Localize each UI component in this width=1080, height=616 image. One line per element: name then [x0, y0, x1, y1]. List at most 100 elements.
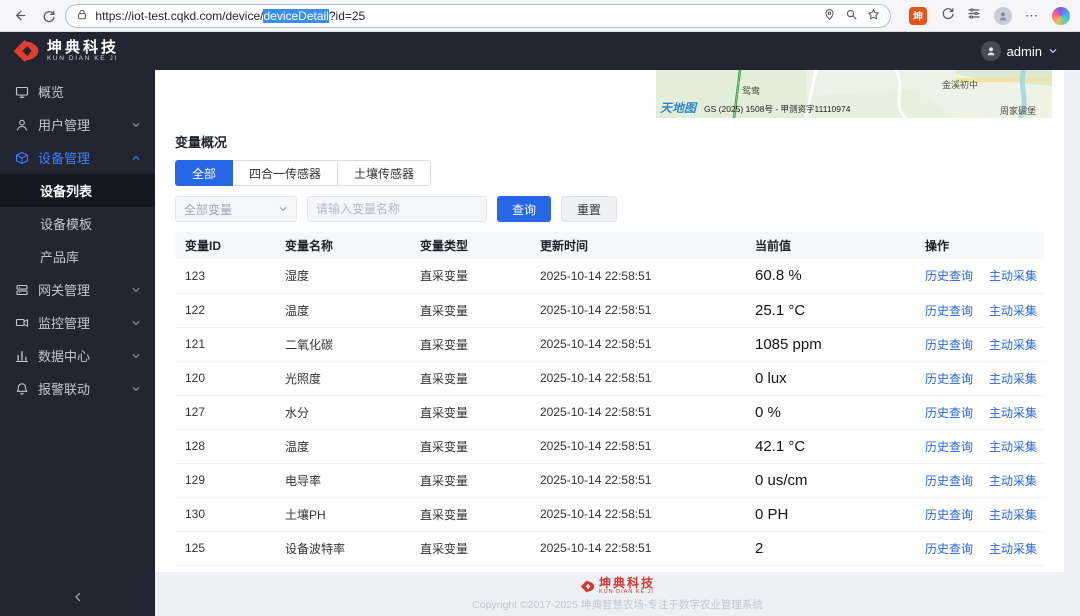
favorite-star-icon[interactable] — [867, 8, 880, 24]
cell-current-value: 1085 ppm — [745, 327, 915, 362]
browser-menu-icon[interactable]: ⋯ — [1025, 8, 1039, 24]
history-query-link[interactable]: 历史查询 — [925, 440, 973, 454]
cell-variable-id: 122 — [175, 293, 275, 328]
cell-variable-id: 121 — [175, 327, 275, 362]
cell-actions: 历史查询 主动采集 — [915, 531, 1044, 566]
map-attribution: GS (2025) 1508号 - 甲测资字11110974 — [704, 104, 851, 114]
cell-current-value: 60.8 % — [745, 259, 915, 294]
sidebar-item-alarm-linkage[interactable]: 报警联动 — [0, 372, 155, 405]
sidebar-item-device-template[interactable]: 设备模板 — [0, 207, 155, 240]
cell-current-value: 0 lux — [745, 361, 915, 396]
cell-actions: 历史查询 主动采集 — [915, 259, 1044, 294]
cell-variable-name: 水分 — [275, 395, 410, 430]
history-query-link[interactable]: 历史查询 — [925, 406, 973, 420]
location-icon[interactable] — [823, 8, 836, 24]
cell-variable-type: 直采变量 — [410, 463, 530, 498]
screen: https://iot-test.cqkd.com/device/deviceD… — [0, 0, 1080, 616]
history-query-link[interactable]: 历史查询 — [925, 304, 973, 318]
url-text: https://iot-test.cqkd.com/device/deviceD… — [95, 8, 366, 23]
active-collect-link[interactable]: 主动采集 — [989, 440, 1037, 454]
history-query-link[interactable]: 历史查询 — [925, 474, 973, 488]
cell-update-time: 2025-10-14 22:58:51 — [530, 259, 745, 294]
active-collect-link[interactable]: 主动采集 — [989, 508, 1037, 522]
sidebar-item-gateway-mgmt[interactable]: 网关管理 — [0, 273, 155, 306]
variable-name-input[interactable] — [307, 196, 487, 222]
chevron-down-icon — [132, 320, 140, 325]
sidebar-item-data-center[interactable]: 数据中心 — [0, 339, 155, 372]
cell-variable-name: 湿度 — [275, 259, 410, 294]
sidebar-item-product-lib[interactable]: 产品库 — [0, 240, 155, 273]
address-bar-actions — [823, 8, 880, 24]
app-topbar: 坤典科技 KUN DIAN KE JI admin — [0, 32, 1080, 70]
brand-name-en: KUN DIAN KE JI — [47, 54, 118, 62]
history-query-link[interactable]: 历史查询 — [925, 372, 973, 386]
history-query-link[interactable]: 历史查询 — [925, 269, 973, 283]
user-menu[interactable]: admin — [980, 41, 1080, 61]
sidebar-item-user-mgmt[interactable]: 用户管理 — [0, 108, 155, 141]
history-query-link[interactable]: 历史查询 — [925, 508, 973, 522]
collections-icon[interactable] — [967, 6, 981, 25]
cell-variable-name: 温度 — [275, 429, 410, 464]
active-collect-link[interactable]: 主动采集 — [989, 406, 1037, 420]
copilot-icon[interactable] — [1052, 6, 1071, 25]
active-collect-link[interactable]: 主动采集 — [989, 542, 1037, 556]
active-collect-link[interactable]: 主动采集 — [989, 338, 1037, 352]
address-bar[interactable]: https://iot-test.cqkd.com/device/deviceD… — [65, 3, 892, 28]
back-icon[interactable] — [10, 6, 30, 26]
variable-tab-0[interactable]: 全部 — [175, 160, 234, 186]
username: admin — [1006, 43, 1042, 59]
sidebar-item-monitor-mgmt[interactable]: 监控管理 — [0, 306, 155, 339]
brand-logo: 坤典科技 KUN DIAN KE JI — [0, 40, 155, 63]
history-query-link[interactable]: 历史查询 — [925, 542, 973, 556]
url-suffix: ?id=25 — [328, 8, 366, 23]
sidebar-collapse-button[interactable] — [0, 578, 155, 616]
active-collect-link[interactable]: 主动采集 — [989, 304, 1037, 318]
chevron-down-icon — [132, 386, 140, 391]
search-icon[interactable] — [845, 8, 858, 24]
variable-type-select[interactable]: 全部变量 — [175, 196, 297, 222]
variable-tab-1[interactable]: 四合一传感器 — [232, 160, 339, 186]
map-label: 金溪初中 — [942, 80, 979, 90]
cell-update-time: 2025-10-14 22:58:51 — [530, 497, 745, 532]
user-icon — [14, 118, 29, 132]
active-collect-link[interactable]: 主动采集 — [989, 474, 1037, 488]
cell-variable-type: 直采变量 — [410, 531, 530, 566]
chart-icon — [14, 349, 29, 363]
browser-profile-avatar[interactable] — [994, 6, 1013, 25]
cell-actions: 历史查询 主动采集 — [915, 463, 1044, 498]
reset-button[interactable]: 重置 — [561, 196, 618, 222]
kd-extension-icon[interactable]: 坤 — [909, 6, 928, 25]
variable-tab-2[interactable]: 土壤传感器 — [337, 160, 432, 186]
sidebar-item-overview[interactable]: 概览 — [0, 75, 155, 108]
column-header: 更新时间 — [530, 232, 745, 259]
map-watermark: 天地图 — [660, 101, 697, 115]
cell-variable-type: 直采变量 — [410, 497, 530, 532]
chevron-down-icon — [132, 287, 140, 292]
alarm-icon — [14, 382, 29, 396]
cell-current-value: 0 % — [745, 395, 915, 430]
user-avatar-icon — [980, 41, 1001, 61]
browser-toolbar: https://iot-test.cqkd.com/device/deviceD… — [0, 0, 1080, 32]
sidebar-item-label: 设备管理 — [38, 151, 91, 166]
cell-variable-type: 直采变量 — [410, 293, 530, 328]
sidebar-item-device-list[interactable]: 设备列表 — [0, 174, 155, 207]
sidebar-item-label: 用户管理 — [38, 118, 91, 133]
url-selected-text: deviceDetail — [263, 8, 329, 23]
url-prefix: https://iot-test.cqkd.com/device/ — [95, 8, 264, 23]
table-row: 127 水分 直采变量 2025-10-14 22:58:51 0 % 历史查询 主动采集 — [175, 395, 1044, 430]
sync-icon[interactable] — [940, 6, 954, 25]
history-query-link[interactable]: 历史查询 — [925, 338, 973, 352]
active-collect-link[interactable]: 主动采集 — [989, 269, 1037, 283]
cell-current-value: 42.1 °C — [745, 429, 915, 464]
map[interactable]: 鸳鸯 金溪初中 周家碉堡 天地图 GS (2025) 1508号 - 甲测资字1… — [656, 70, 1052, 118]
chevron-down-icon — [132, 122, 140, 127]
query-button[interactable]: 查询 — [497, 196, 552, 222]
variable-tabs: 全部 四合一传感器 土壤传感器 — [175, 160, 1044, 186]
active-collect-link[interactable]: 主动采集 — [989, 372, 1037, 386]
table-row: 123 湿度 直采变量 2025-10-14 22:58:51 60.8 % 历史查询 主动… — [175, 259, 1044, 294]
cell-current-value: 0 us/cm — [745, 463, 915, 498]
sidebar-item-device-mgmt[interactable]: 设备管理 — [0, 141, 155, 174]
refresh-icon[interactable] — [38, 6, 58, 26]
map-label: 鸳鸯 — [742, 86, 761, 96]
sidebar-menu: 概览用户管理设备管理设备列表 设备模板 产品库 网关管理 监控管理 数据中心 报警联动 — [0, 70, 155, 578]
